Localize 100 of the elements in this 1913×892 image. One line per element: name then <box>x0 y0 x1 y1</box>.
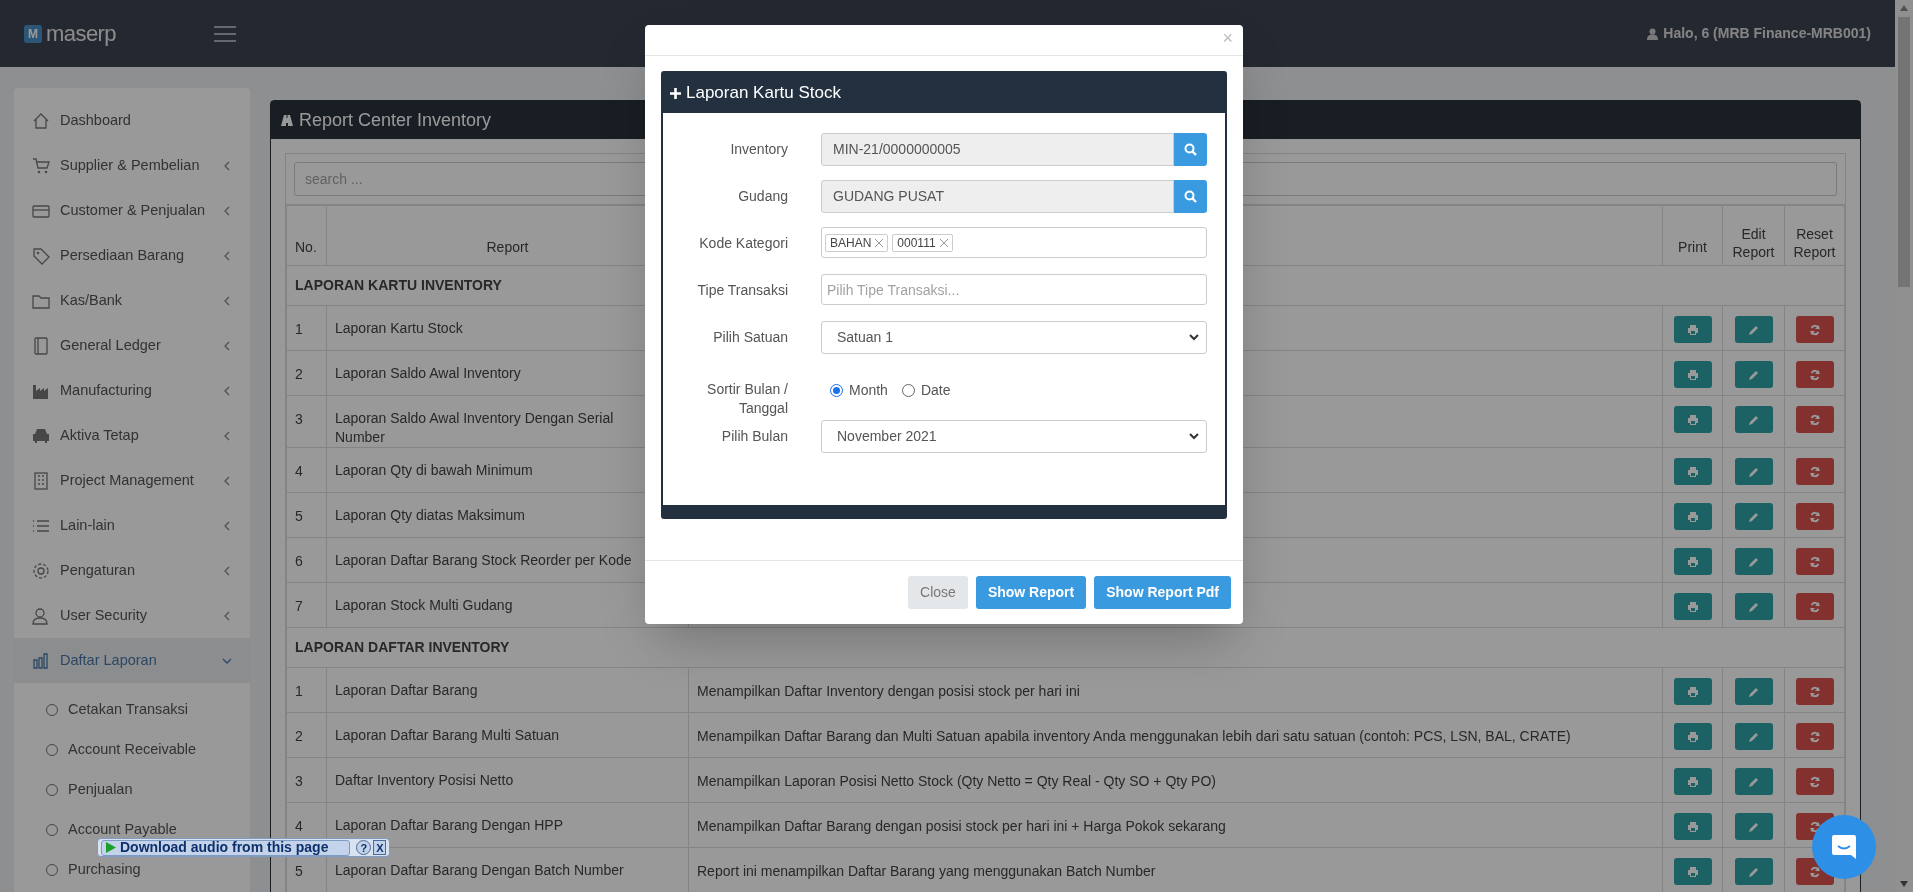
scroll-down-icon[interactable] <box>1900 881 1908 887</box>
edit-button[interactable] <box>1734 858 1773 885</box>
remove-icon[interactable] <box>875 238 884 247</box>
sidebar-item[interactable]: Supplier & Pembelian <box>14 143 250 188</box>
user-icon <box>32 606 50 625</box>
print-button[interactable] <box>1673 361 1712 388</box>
printer-icon <box>1686 685 1699 698</box>
chevron-down-icon <box>1189 334 1199 341</box>
section-heading: LAPORAN DAFTAR INVENTORY <box>295 639 510 655</box>
edit-button[interactable] <box>1734 458 1773 485</box>
print-button[interactable] <box>1673 458 1712 485</box>
column-header: No. <box>286 205 327 266</box>
sidebar-item[interactable]: Customer & Penjualan <box>14 188 250 233</box>
menu-icon[interactable] <box>214 25 236 42</box>
primary-button[interactable]: Show Report Pdf <box>1094 576 1231 609</box>
reset-button[interactable] <box>1795 503 1834 530</box>
reset-button[interactable] <box>1795 593 1834 620</box>
radio-option[interactable]: Date <box>901 380 951 401</box>
close-button[interactable]: Close <box>908 576 968 609</box>
edit-button[interactable] <box>1734 406 1773 433</box>
input-field[interactable]: Pilih Tipe Transaksi... <box>821 274 1207 305</box>
tag-icon <box>32 246 50 265</box>
chevron-left-icon <box>222 385 232 396</box>
submenu-item[interactable]: Account Receivable <box>14 742 197 758</box>
print-button[interactable] <box>1673 316 1712 343</box>
reset-button[interactable] <box>1795 548 1834 575</box>
edit-button[interactable] <box>1734 361 1773 388</box>
sidebar-item[interactable]: User Security <box>14 593 250 638</box>
sidebar-item[interactable]: Aktiva Tetap <box>14 413 250 458</box>
sidebar-item[interactable]: Daftar Laporan <box>14 638 250 683</box>
refresh-icon <box>1808 865 1821 878</box>
sidebar-item[interactable]: Dashboard <box>14 98 250 143</box>
refresh-icon <box>1808 465 1821 478</box>
reset-button[interactable] <box>1795 723 1834 750</box>
reset-button[interactable] <box>1795 406 1834 433</box>
sidebar-item[interactable]: Pengaturan <box>14 548 250 593</box>
print-button[interactable] <box>1673 678 1712 705</box>
edit-button[interactable] <box>1734 723 1773 750</box>
edit-button[interactable] <box>1734 316 1773 343</box>
print-button[interactable] <box>1673 503 1712 530</box>
pencil-icon <box>1747 465 1760 478</box>
sidebar-item[interactable]: Project Management <box>14 458 250 503</box>
submenu-item[interactable]: Purchasing <box>14 862 141 878</box>
close-button[interactable]: X <box>373 840 387 855</box>
scrollbar-thumb[interactable] <box>1898 17 1910 287</box>
reset-button[interactable] <box>1795 458 1834 485</box>
table-cell: 2 <box>286 350 327 396</box>
sidebar-item[interactable]: Manufacturing <box>14 368 250 413</box>
select-field[interactable]: Satuan 1 <box>821 321 1207 354</box>
print-button[interactable] <box>1673 858 1712 885</box>
primary-button[interactable]: Show Report <box>975 576 1087 609</box>
tag-chip[interactable]: BAHAN <box>825 233 889 252</box>
search-button[interactable] <box>1174 180 1207 213</box>
printer-icon <box>1686 465 1699 478</box>
form-title: Laporan Kartu Stock <box>686 82 841 105</box>
remove-icon[interactable] <box>939 238 948 247</box>
help-button[interactable]: ? <box>356 840 372 855</box>
table-cell: Daftar Inventory Posisi Netto <box>326 757 689 803</box>
table-cell: Laporan Daftar Barang <box>326 667 689 713</box>
edit-button[interactable] <box>1734 593 1773 620</box>
sidebar-item[interactable]: Kas/Bank <box>14 278 250 323</box>
reset-button[interactable] <box>1795 678 1834 705</box>
radio-option[interactable]: Month <box>830 380 888 401</box>
tag-chip[interactable]: 000111 <box>892 233 953 252</box>
column-header: Print <box>1662 205 1723 266</box>
submenu-item[interactable]: Penjualan <box>14 782 133 798</box>
edit-button[interactable] <box>1734 503 1773 530</box>
print-button[interactable] <box>1673 768 1712 795</box>
sidebar-item[interactable]: General Ledger <box>14 323 250 368</box>
car-icon <box>32 426 50 445</box>
download-link[interactable]: Download audio from this page <box>101 839 351 856</box>
print-button[interactable] <box>1673 723 1712 750</box>
scroll-up-icon[interactable] <box>1900 5 1908 11</box>
tag-input[interactable]: BAHAN 000111 <box>821 227 1207 258</box>
print-button[interactable] <box>1673 548 1712 575</box>
sidebar-item[interactable]: Persediaan Barang <box>14 233 250 278</box>
reset-button[interactable] <box>1795 316 1834 343</box>
input-field[interactable]: GUDANG PUSAT <box>821 180 1174 213</box>
select-field[interactable]: November 2021 <box>821 420 1207 453</box>
edit-button[interactable] <box>1734 813 1773 840</box>
chevron-left-icon <box>222 565 232 576</box>
print-button[interactable] <box>1673 813 1712 840</box>
input-field[interactable]: MIN-21/0000000005 <box>821 133 1174 166</box>
submenu-item[interactable]: Account Payable <box>14 822 177 838</box>
user-greeting[interactable]: Halo, 6 (MRB Finance-MRB001) <box>1663 23 1871 44</box>
search-button[interactable] <box>1174 133 1207 166</box>
sidebar-item[interactable]: Lain-lain <box>14 503 250 548</box>
submenu-item[interactable]: Cetakan Transaksi <box>14 702 189 718</box>
pencil-icon <box>1747 510 1760 523</box>
reset-button[interactable] <box>1795 768 1834 795</box>
gear-icon <box>32 561 50 580</box>
edit-button[interactable] <box>1734 768 1773 795</box>
printer-icon <box>1686 820 1699 833</box>
refresh-icon <box>1808 413 1821 426</box>
edit-button[interactable] <box>1734 678 1773 705</box>
print-button[interactable] <box>1673 593 1712 620</box>
reset-button[interactable] <box>1795 361 1834 388</box>
print-button[interactable] <box>1673 406 1712 433</box>
edit-button[interactable] <box>1734 548 1773 575</box>
field-label: Pilih Satuan <box>712 328 788 347</box>
